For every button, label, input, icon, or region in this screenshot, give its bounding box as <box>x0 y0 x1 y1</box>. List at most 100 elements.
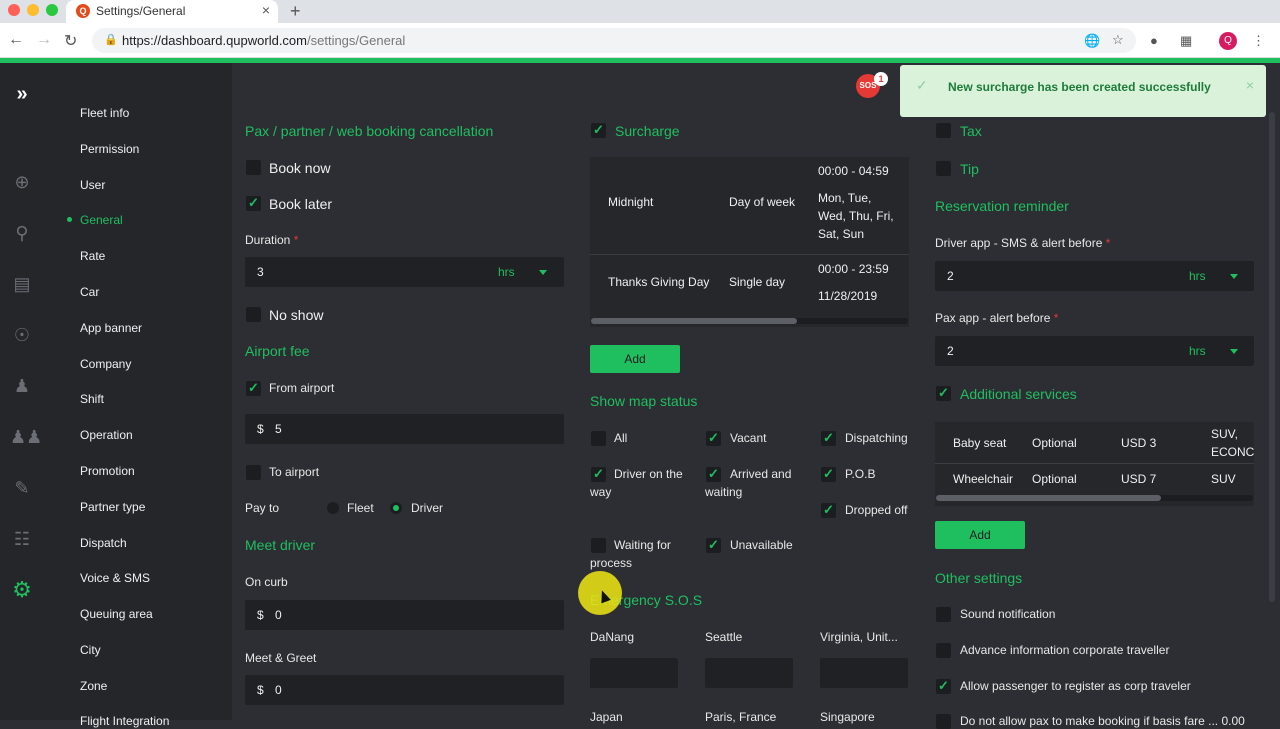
forward-icon[interactable]: → <box>36 31 52 49</box>
from-airport-input[interactable]: $ 5 <box>245 414 564 444</box>
block-booking-checkbox[interactable] <box>936 714 951 729</box>
menu-item-dispatch[interactable]: Dispatch <box>80 536 127 550</box>
service-name: Baby seat <box>953 436 1007 450</box>
chevron-down-icon[interactable] <box>539 270 547 275</box>
map-status-dropped-off-checkbox[interactable] <box>821 502 836 518</box>
plus-circle-icon[interactable]: ⊕ <box>10 170 34 194</box>
extension-grid-icon[interactable]: ▦ <box>1180 33 1192 49</box>
url-text[interactable]: https://dashboard.qupworld.com/settings/… <box>122 33 405 48</box>
menu-item-permission[interactable]: Permission <box>80 142 139 156</box>
minimize-window-button[interactable] <box>27 4 39 16</box>
menu-item-queuing-area[interactable]: Queuing area <box>80 607 153 621</box>
driver-app-input[interactable]: 2 hrs <box>935 261 1254 291</box>
menu-item-voice-sms[interactable]: Voice & SMS <box>80 571 150 585</box>
steering-wheel-icon[interactable]: ☉ <box>10 323 34 347</box>
menu-dots-icon[interactable]: ⋮ <box>1252 33 1265 49</box>
translate-icon[interactable]: 🌐 <box>1084 33 1100 49</box>
bookmark-star-icon[interactable]: ☆ <box>1112 32 1124 48</box>
menu-item-app-banner[interactable]: App banner <box>80 321 142 335</box>
add-service-button[interactable]: Add <box>935 521 1025 549</box>
sound-notification-checkbox[interactable] <box>936 607 951 622</box>
map-status-pob-checkbox[interactable] <box>821 466 836 482</box>
menu-item-fleet-info[interactable]: Fleet info <box>80 106 129 120</box>
pay-driver-label: Driver <box>411 501 443 515</box>
on-curb-input[interactable]: $ 0 <box>245 600 564 630</box>
book-now-checkbox[interactable] <box>246 160 261 175</box>
ticket-icon[interactable]: ▤ <box>10 272 34 296</box>
address-bar[interactable]: 🔒 https://dashboard.qupworld.com/setting… <box>92 28 1136 53</box>
tip-checkbox[interactable] <box>936 161 951 176</box>
currency-symbol: $ <box>257 683 264 697</box>
menu-item-city[interactable]: City <box>80 643 101 657</box>
map-status-dropped-off-label: Dropped off <box>845 503 908 517</box>
surcharge-scroll-thumb[interactable] <box>591 318 797 324</box>
menu-item-zone[interactable]: Zone <box>80 679 107 693</box>
users-icon[interactable]: ♟♟ <box>10 425 42 449</box>
profile-avatar[interactable]: Q <box>1219 32 1237 50</box>
new-tab-button[interactable]: + <box>290 1 301 22</box>
add-surcharge-button[interactable]: Add <box>590 345 680 373</box>
chevron-down-icon[interactable] <box>1230 349 1238 354</box>
map-status-unavailable-checkbox[interactable] <box>706 537 721 553</box>
success-toast: ✓ New surcharge has been created success… <box>900 65 1266 117</box>
menu-item-user[interactable]: User <box>80 178 105 192</box>
maximize-window-button[interactable] <box>46 4 58 16</box>
duration-unit: hrs <box>498 265 515 279</box>
map-status-all-checkbox[interactable] <box>591 431 606 446</box>
gear-icon[interactable]: ⚙ <box>10 578 34 602</box>
map-status-unavailable-label: Unavailable <box>730 538 793 552</box>
duration-label: Duration * <box>245 233 298 247</box>
map-pin-icon[interactable]: ⚲ <box>10 221 34 245</box>
menu-item-company[interactable]: Company <box>80 357 131 371</box>
address-toolbar: ← → ↻ 🔒 https://dashboard.qupworld.com/s… <box>0 23 1280 58</box>
close-tab-icon[interactable]: × <box>262 2 270 18</box>
browser-tab[interactable]: Q Settings/General × <box>66 0 278 23</box>
duration-input[interactable]: 3 hrs <box>245 257 564 287</box>
back-icon[interactable]: ← <box>8 31 24 49</box>
from-airport-checkbox[interactable] <box>246 380 261 396</box>
meet-greet-input[interactable]: $ 0 <box>245 675 564 705</box>
pay-fleet-label: Fleet <box>347 501 374 515</box>
clipboard-icon[interactable]: ☷ <box>10 527 34 551</box>
menu-item-rate[interactable]: Rate <box>80 249 105 263</box>
expand-icon[interactable]: » <box>10 82 34 106</box>
book-later-checkbox[interactable] <box>246 195 261 211</box>
pax-app-input[interactable]: 2 hrs <box>935 336 1254 366</box>
user-icon[interactable]: ♟ <box>10 374 34 398</box>
no-show-checkbox[interactable] <box>246 307 261 322</box>
pay-to-label: Pay to <box>245 501 280 515</box>
other-settings-title: Other settings <box>935 570 1023 586</box>
allow-register-corp-checkbox[interactable] <box>936 678 951 694</box>
to-airport-label: To airport <box>269 465 320 479</box>
tax-checkbox[interactable] <box>936 123 951 138</box>
services-scroll-thumb[interactable] <box>936 495 1161 501</box>
tax-label: Tax <box>960 123 982 139</box>
reload-icon[interactable]: ↻ <box>64 31 77 51</box>
map-status-dispatching-checkbox[interactable] <box>821 430 836 446</box>
extension-icon[interactable]: ● <box>1150 33 1158 48</box>
page-scrollbar[interactable] <box>1269 112 1275 602</box>
close-icon[interactable]: × <box>1246 77 1254 93</box>
close-window-button[interactable] <box>8 4 20 16</box>
menu-item-operation[interactable]: Operation <box>80 428 133 442</box>
services-table: Baby seat Optional USD 3 SUV, ECONC Whee… <box>935 422 1254 506</box>
map-status-vacant-checkbox[interactable] <box>706 430 721 446</box>
chevron-down-icon[interactable] <box>1230 274 1238 279</box>
surcharge-checkbox[interactable] <box>591 122 606 138</box>
map-status-all-label: All <box>614 431 628 445</box>
sos-number-input[interactable] <box>820 658 908 688</box>
menu-item-flight-integration[interactable]: Flight Integration <box>80 714 169 728</box>
menu-item-partner-type[interactable]: Partner type <box>80 500 145 514</box>
pay-driver-radio[interactable] <box>390 502 402 514</box>
additional-services-checkbox[interactable] <box>936 385 951 401</box>
advance-info-checkbox[interactable] <box>936 643 951 658</box>
chat-icon[interactable]: ✎ <box>10 476 34 500</box>
sos-number-input[interactable] <box>705 658 793 688</box>
sos-number-input[interactable] <box>590 658 678 688</box>
menu-item-promotion[interactable]: Promotion <box>80 464 135 478</box>
to-airport-checkbox[interactable] <box>246 465 261 480</box>
menu-item-general[interactable]: General <box>80 213 123 227</box>
menu-item-shift[interactable]: Shift <box>80 392 104 406</box>
pay-fleet-radio[interactable] <box>327 502 339 514</box>
menu-item-car[interactable]: Car <box>80 285 99 299</box>
